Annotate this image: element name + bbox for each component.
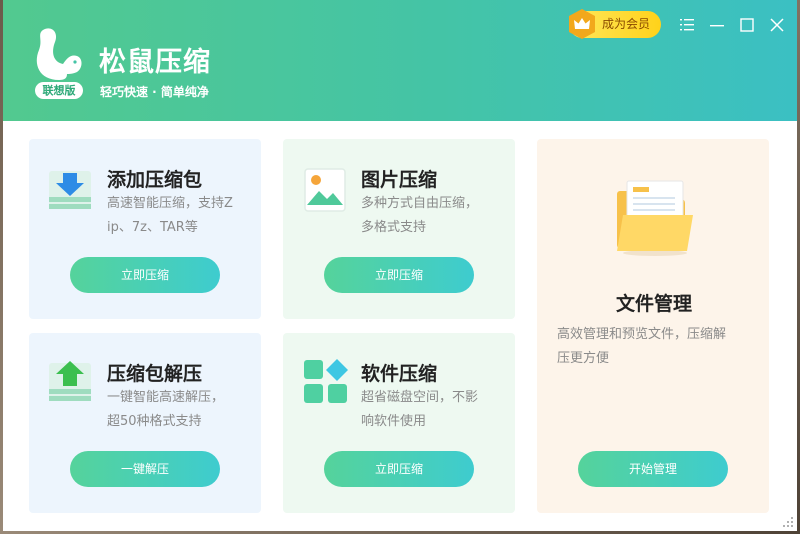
- card-title: 图片压缩: [361, 169, 438, 191]
- minimize-icon[interactable]: [705, 13, 729, 37]
- archive-extract-icon: [49, 361, 91, 401]
- card-title: 压缩包解压: [107, 363, 203, 385]
- vip-button[interactable]: 成为会员: [569, 9, 661, 39]
- card-desc-line2: 响软件使用: [361, 414, 427, 429]
- folder-icon: [617, 180, 693, 256]
- compress-now-button[interactable]: 立即压缩: [70, 257, 220, 293]
- vip-label: 成为会员: [602, 17, 651, 31]
- card-desc-line1: 高效管理和预览文件，压缩解: [557, 327, 727, 342]
- card-title: 软件压缩: [361, 363, 438, 385]
- image-icon: [304, 168, 346, 212]
- card-title: 添加压缩包: [107, 169, 203, 191]
- card-desc-line2: 多格式支持: [361, 220, 427, 235]
- card-title: 文件管理: [616, 293, 693, 315]
- archive-add-icon: [49, 171, 91, 209]
- card-extract-archive: 压缩包解压 一键智能高速解压， 超50种格式支持 一键解压: [29, 333, 261, 513]
- header-banner: 联想版 松鼠压缩 轻巧快速 · 简单纯净 成为会员: [3, 0, 797, 121]
- compress-now-button[interactable]: 立即压缩: [324, 451, 474, 487]
- card-desc-line1: 多种方式自由压缩，: [361, 196, 479, 211]
- crown-icon: [569, 9, 595, 39]
- app-window: 联想版 松鼠压缩 轻巧快速 · 简单纯净 成为会员 添加压缩包 高速智能压缩，支…: [3, 0, 797, 531]
- app-title: 松鼠压缩: [99, 47, 211, 78]
- squirrel-logo-icon: [36, 28, 82, 81]
- card-desc-line2: ip、7z、TAR等: [107, 220, 198, 235]
- card-add-archive: 添加压缩包 高速智能压缩，支持Z ip、7z、TAR等 立即压缩: [29, 139, 261, 319]
- card-desc-line2: 超50种格式支持: [107, 414, 202, 429]
- resize-grip-icon[interactable]: [782, 516, 794, 528]
- compress-now-button[interactable]: 立即压缩: [324, 257, 474, 293]
- card-file-management: 文件管理 高效管理和预览文件，压缩解 压更方便 开始管理: [537, 139, 769, 513]
- card-desc-line1: 超省磁盘空间，不影: [361, 390, 479, 405]
- close-icon[interactable]: [765, 13, 789, 37]
- card-image-compress: 图片压缩 多种方式自由压缩， 多格式支持 立即压缩: [283, 139, 515, 319]
- card-desc-line1: 高速智能压缩，支持Z: [107, 196, 233, 211]
- menu-icon[interactable]: [675, 13, 699, 37]
- start-management-button[interactable]: 开始管理: [578, 451, 728, 487]
- app-slogan: 轻巧快速 · 简单纯净: [100, 85, 209, 99]
- card-desc-line1: 一键智能高速解压，: [107, 390, 225, 405]
- card-desc-line2: 压更方便: [557, 351, 610, 366]
- maximize-icon[interactable]: [735, 13, 759, 37]
- card-software-compress: 软件压缩 超省磁盘空间，不影 响软件使用 立即压缩: [283, 333, 515, 513]
- edition-badge: 联想版: [35, 82, 83, 99]
- apps-grid-icon: [304, 359, 348, 403]
- one-click-extract-button[interactable]: 一键解压: [70, 451, 220, 487]
